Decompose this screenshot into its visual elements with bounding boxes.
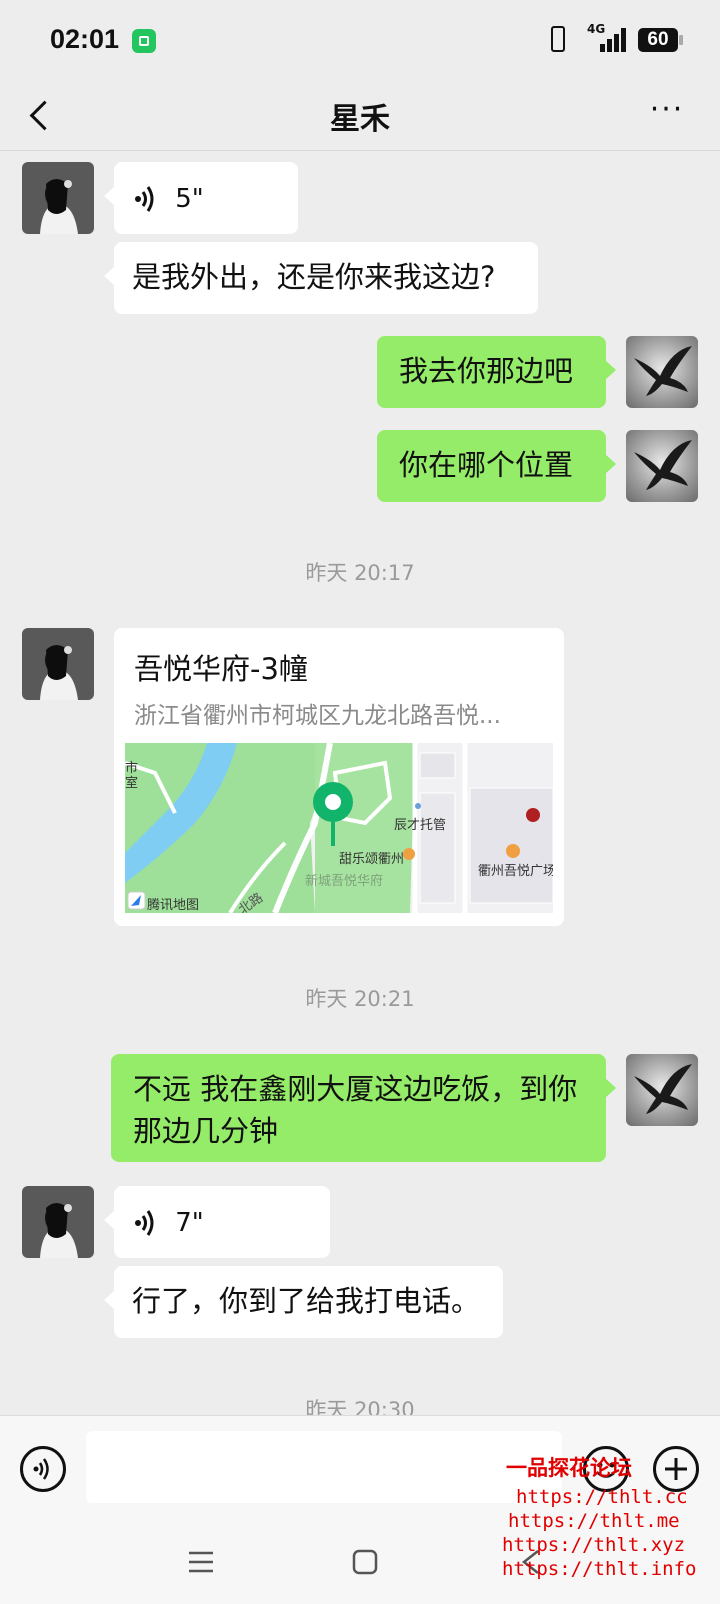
watermark-url: https://thlt.info (502, 1558, 697, 1580)
woman-photo-icon (40, 179, 78, 234)
timestamp: 昨天 20:17 (305, 561, 415, 585)
more-options-button[interactable]: ··· (642, 90, 692, 140)
bird-icon (634, 1064, 692, 1114)
watermark-url: https://thlt.me (508, 1510, 680, 1532)
location-map[interactable]: 市 室 辰才托管 甜乐颂衢州 衢州吾悦广场 新城吾悦华府 北路 腾讯地图 (125, 743, 553, 913)
signal-icon (600, 28, 628, 52)
home-icon[interactable] (350, 1547, 380, 1577)
voice-input-button[interactable] (20, 1446, 66, 1492)
app-notification-icon (132, 29, 156, 53)
map-label: 室 (125, 776, 139, 791)
voice-icon (33, 1458, 49, 1480)
my-avatar[interactable] (626, 1054, 698, 1126)
watermark-title: 一品探花论坛 (506, 1455, 632, 1480)
battery-icon: 60 (638, 28, 683, 52)
voice-wave-icon (135, 186, 154, 212)
status-bar: 02:01 4G 60 (0, 0, 720, 80)
chat-header: 星禾 ··· (0, 80, 720, 151)
message-text: 不远 我在鑫刚大厦这边吃饭，到你那边几分钟 (133, 1072, 578, 1148)
map-label: 辰才托管 (394, 818, 447, 833)
voice-duration: 7" (175, 1208, 204, 1238)
message-input[interactable] (86, 1431, 562, 1503)
text-message[interactable]: 是我外出，还是你来我这边? (104, 242, 538, 314)
message-text: 是我外出，还是你来我这边? (132, 260, 496, 294)
vibrate-icon (551, 26, 565, 52)
woman-photo-icon (40, 645, 78, 700)
plus-icon (665, 1458, 687, 1480)
map-label: 新城吾悦华府 (305, 874, 384, 889)
voice-wave-icon (135, 1210, 154, 1236)
watermark-url: https://thlt.xyz (502, 1534, 686, 1556)
text-message[interactable]: 你在哪个位置 (377, 430, 616, 502)
message-text: 我去你那边吧 (399, 354, 574, 388)
my-avatar[interactable] (626, 430, 698, 502)
map-label: 甜乐颂衢州 (339, 852, 405, 867)
bird-icon (634, 440, 692, 490)
contact-avatar[interactable] (22, 628, 94, 700)
my-avatar[interactable] (626, 336, 698, 408)
voice-duration: 5" (175, 184, 204, 214)
text-message[interactable]: 行了，你到了给我打电话。 (104, 1266, 503, 1338)
location-message[interactable]: 吾悦华府-3幢 浙江省衢州市柯城区九龙北路吾悦... 市 室 辰才托管 甜乐颂衢… (114, 628, 564, 926)
voice-message[interactable]: 7" (104, 1186, 330, 1258)
status-time: 02:01 (50, 24, 120, 54)
bird-icon (634, 346, 692, 396)
location-name: 吾悦华府-3幢 (134, 652, 308, 686)
menu-icon[interactable] (186, 1547, 216, 1577)
message-text: 行了，你到了给我打电话。 (132, 1284, 481, 1318)
timestamp: 昨天 20:21 (305, 987, 415, 1011)
contact-avatar[interactable] (22, 162, 94, 234)
chat-title: 星禾 (330, 102, 390, 137)
woman-photo-icon (40, 1203, 78, 1258)
watermark-url: https://thlt.cc (516, 1486, 688, 1508)
text-message[interactable]: 不远 我在鑫刚大厦这边吃饭，到你那边几分钟 (111, 1054, 616, 1162)
contact-avatar[interactable] (22, 1186, 94, 1258)
tencent-map-logo: 腾讯地图 (147, 898, 200, 913)
location-address: 浙江省衢州市柯城区九龙北路吾悦... (134, 703, 501, 729)
text-message[interactable]: 我去你那边吧 (377, 336, 616, 408)
map-label: 衢州吾悦广场 (478, 864, 553, 879)
message-text: 你在哪个位置 (399, 448, 574, 482)
voice-message[interactable]: 5" (104, 162, 298, 234)
